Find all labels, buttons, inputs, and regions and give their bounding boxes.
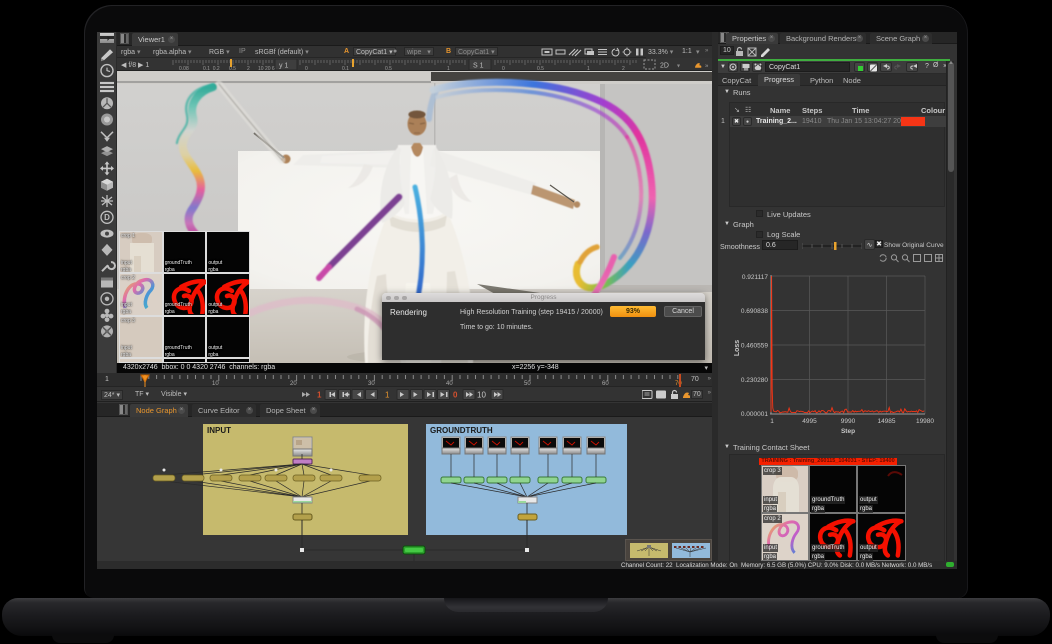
svg-text:10: 10 [477,391,486,400]
svg-text:y 1: y 1 [279,63,288,70]
svg-text:0.921117: 0.921117 [742,274,769,281]
svg-text:4995: 4995 [802,418,817,425]
svg-text:0.690838: 0.690838 [741,308,768,315]
svg-text:14985: 14985 [877,418,895,425]
svg-text:D: D [104,213,110,222]
svg-text:9990: 9990 [841,418,856,425]
svg-text:S 1: S 1 [473,63,484,70]
svg-text:»: » [705,64,709,70]
svg-text:19980: 19980 [916,418,934,425]
svg-text:Step: Step [841,428,855,435]
svg-text:Loss: Loss [734,340,741,356]
svg-text:INPUT: INPUT [207,426,231,435]
svg-text:1: 1 [385,391,390,400]
svg-text:0.000001: 0.000001 [741,411,768,418]
svg-text:▾: ▾ [677,64,680,70]
svg-text:1: 1 [770,418,774,425]
svg-text:0.460559: 0.460559 [741,343,768,350]
svg-text:0: 0 [453,391,458,400]
svg-text:0.230280: 0.230280 [741,377,768,384]
svg-text:GROUNDTRUTH: GROUNDTRUTH [430,426,493,435]
svg-text:2D: 2D [660,63,669,70]
svg-text:1: 1 [317,391,322,400]
